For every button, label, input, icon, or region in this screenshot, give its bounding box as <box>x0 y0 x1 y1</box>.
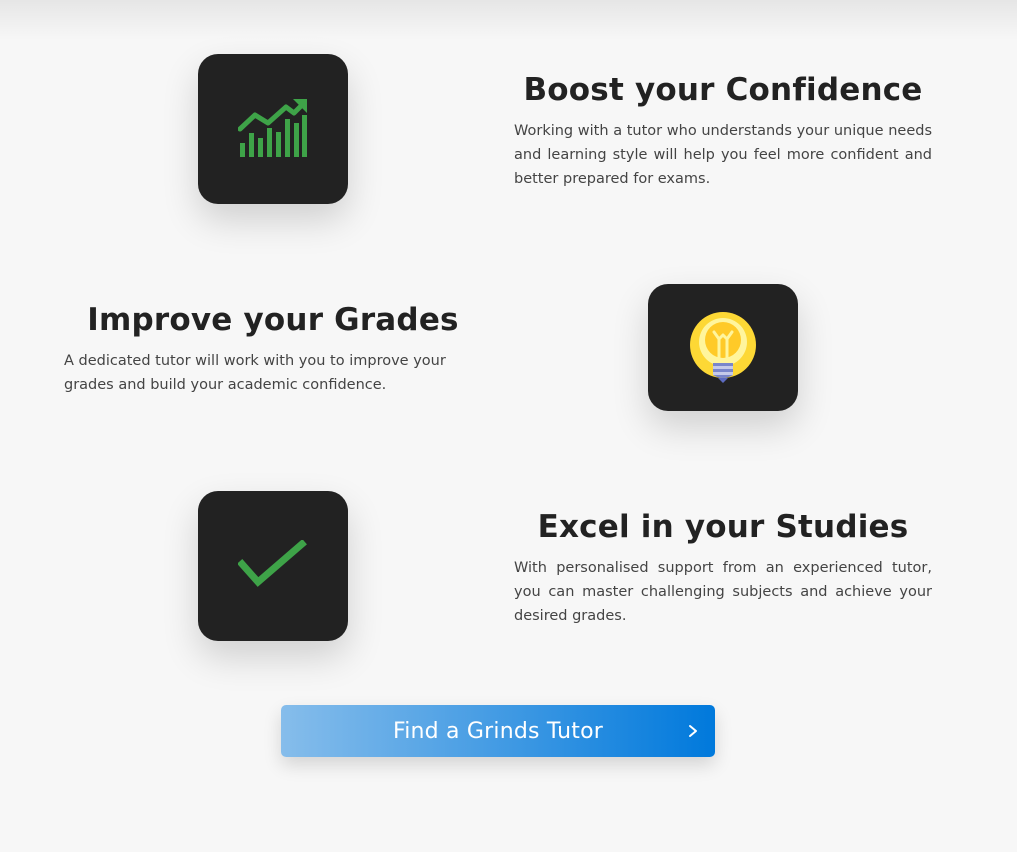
feature-description: With personalised support from an experi… <box>514 560 932 624</box>
feature-text: Boost your Confidence Working with a tut… <box>514 70 932 191</box>
feature-text: Improve your Grades A dedicated tutor wi… <box>64 300 482 397</box>
feature-title: Excel in your Studies <box>537 509 909 545</box>
checkmark-icon <box>238 540 307 587</box>
find-tutor-button[interactable]: Find a Grinds Tutor <box>281 705 715 757</box>
feature-description: Working with a tutor who understands you… <box>514 123 932 187</box>
header-shadow <box>0 0 1017 40</box>
lightbulb-icon <box>690 311 756 383</box>
feature-description: A dedicated tutor will work with you to … <box>64 353 446 393</box>
find-tutor-button-label: Find a Grinds Tutor <box>392 718 604 744</box>
growth-chart-icon <box>238 99 307 157</box>
feature-text: Excel in your Studies With personalised … <box>514 507 932 628</box>
feature-icon-box <box>648 284 798 411</box>
feature-icon-box <box>198 54 348 204</box>
feature-icon-box <box>198 491 348 641</box>
feature-title: Improve your Grades <box>87 302 459 338</box>
feature-title: Boost your Confidence <box>523 72 923 108</box>
chevron-right-icon <box>689 725 697 737</box>
